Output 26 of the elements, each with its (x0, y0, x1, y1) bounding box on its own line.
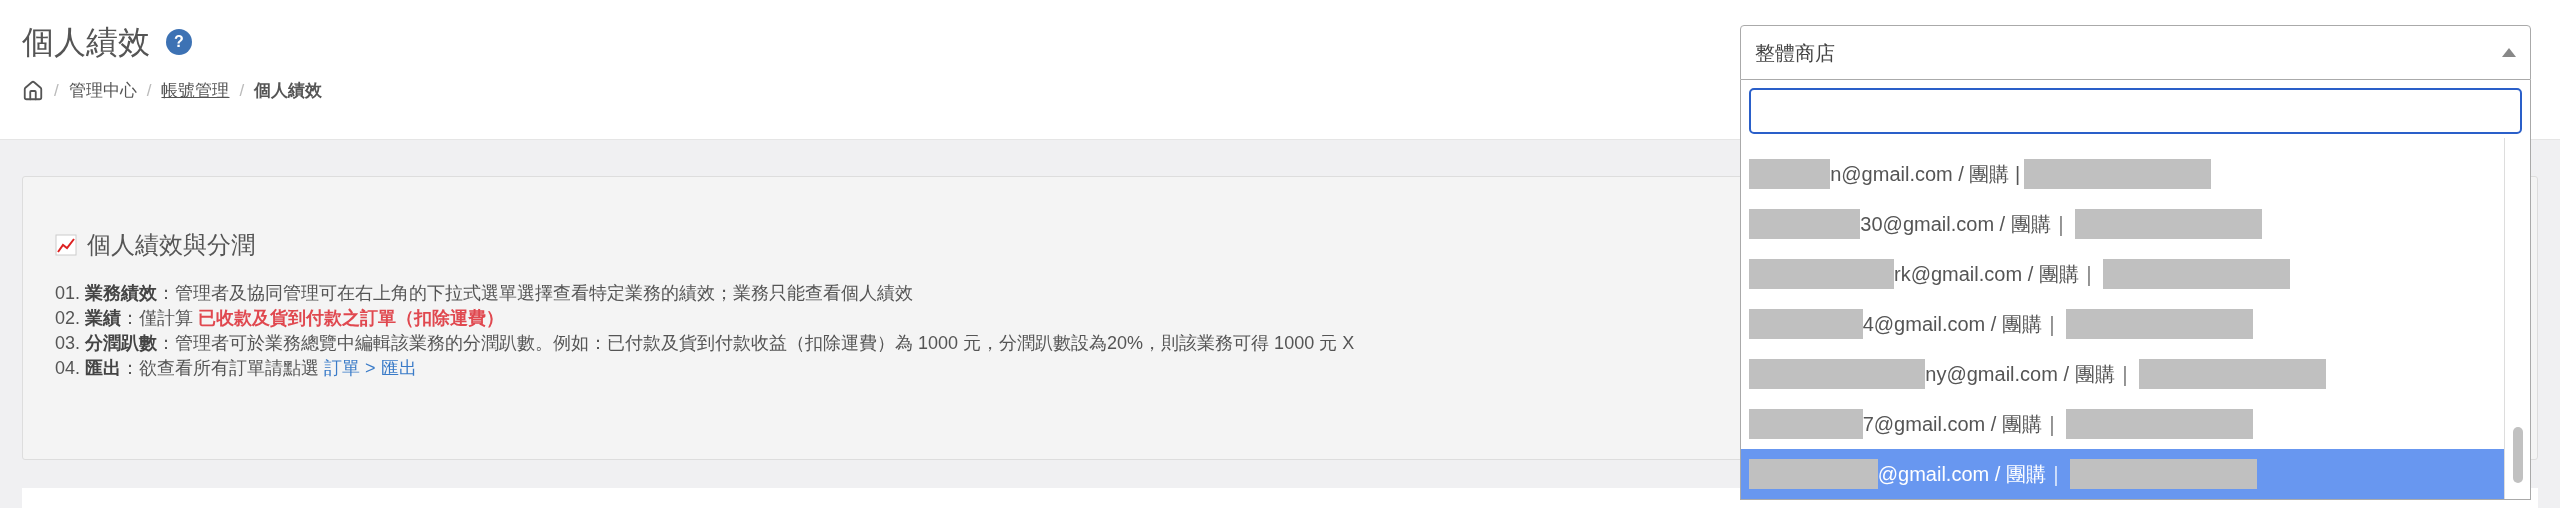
home-icon[interactable] (22, 79, 44, 102)
info-line: 01. 業務績效：管理者及協同管理可在右上角的下拉式選單選擇查看特定業務的績效；業務只能查看個人績效 (55, 282, 914, 305)
info-line: 02. 業績：僅計算 已收款及貨到付款之訂單（扣除運費） (55, 307, 505, 330)
info-line: 03. 分潤趴數：管理者可於業務總覽中編輯該業務的分潤趴數。例如：已付款及貨到付款收益（扣除運費）為 1000 元，分潤趴數設為20%，則該業務可得 1000 元 X (55, 332, 1355, 355)
option-item[interactable]: ny@gmail.com / 團購｜ (1741, 349, 2504, 399)
breadcrumb-separator: / (54, 80, 59, 102)
card-title: 個人績效與分潤 (87, 230, 255, 260)
search-field[interactable] (1749, 88, 2522, 134)
option-item[interactable]: 7@gmail.com / 團購｜ (1741, 399, 2504, 449)
export-link[interactable]: 訂單 > 匯出 (324, 358, 417, 378)
breadcrumb-current: 個人績效 (254, 80, 323, 102)
caret-icon (2502, 48, 2516, 57)
page-title: 個人績效 (22, 23, 150, 62)
chart-icon (55, 234, 77, 256)
option-item[interactable]: 30@gmail.com / 團購｜ (1741, 199, 2504, 249)
breadcrumb-link[interactable]: 管理中心 (68, 78, 137, 104)
breadcrumb-link[interactable]: 帳號管理 (161, 78, 230, 104)
help-icon[interactable]: ? (166, 29, 192, 55)
option-item[interactable]: rk@gmail.com / 團購｜ (1741, 249, 2504, 299)
scrollbar-thumb[interactable] (2512, 427, 2523, 483)
option-item[interactable]: 4@gmail.com / 團購｜ (1741, 299, 2504, 349)
store-select[interactable]: 整體商店 (1740, 25, 2531, 80)
breadcrumb-separator: / (239, 80, 245, 102)
breadcrumb-separator: / (146, 80, 152, 102)
option-item[interactable]: n@gmail.com / 團購 | (1741, 149, 2504, 199)
info-line: 04. 匯出：欲查看所有訂單請點選 訂單 > 匯出 (55, 357, 417, 380)
